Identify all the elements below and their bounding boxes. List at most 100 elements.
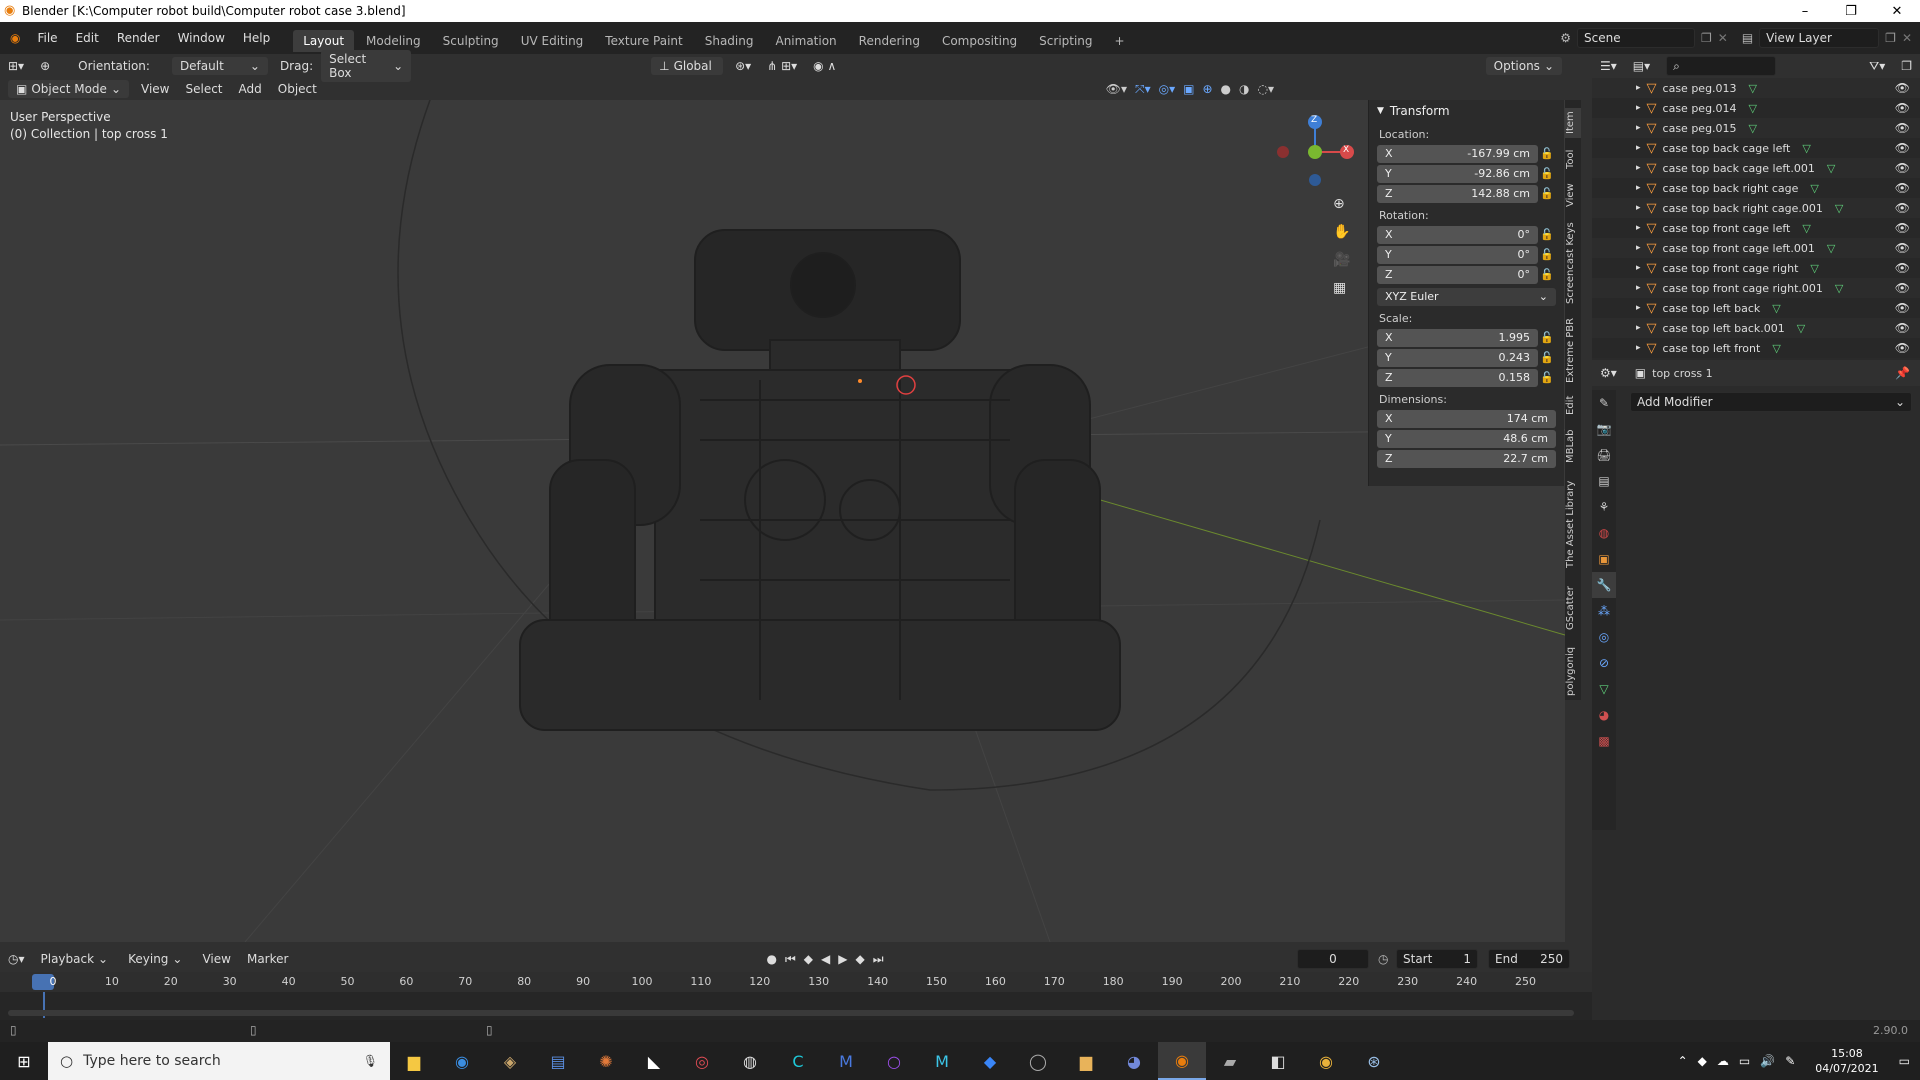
remove-view-layer-icon[interactable]: ✕ [1902, 31, 1912, 45]
network-icon[interactable]: ▭ [1739, 1054, 1750, 1068]
dropbox-tray-icon[interactable]: ◆ [1698, 1054, 1707, 1068]
eye-icon[interactable]: 👁 [1895, 301, 1910, 315]
filter-icon[interactable]: ⛛▾ [1861, 57, 1893, 76]
expand-arrow-icon[interactable]: ▸ [1636, 163, 1641, 173]
gizmo-toggle-icon[interactable]: ⤧▾ [1135, 82, 1151, 97]
lock-icon[interactable]: 🔓 [1538, 167, 1556, 180]
marmoset-icon[interactable]: M [822, 1042, 870, 1080]
eye-icon[interactable]: 👁 [1895, 81, 1910, 95]
mesh-data-icon[interactable]: ▽ [1749, 82, 1757, 95]
next-keyframe-icon[interactable]: ◆ [855, 952, 864, 967]
expand-arrow-icon[interactable]: ▸ [1636, 243, 1641, 253]
mode-dropdown[interactable]: ▣ Object Mode ⌄ [8, 80, 129, 98]
eye-icon[interactable]: 👁 [1895, 201, 1910, 215]
outliner-editor-type-icon[interactable]: ☰▾ [1592, 57, 1625, 75]
menu-playback[interactable]: Playback ⌄ [33, 950, 117, 968]
tab-sculpting[interactable]: Sculpting [433, 30, 509, 52]
scale-z-field[interactable]: Z 0.158 [1377, 368, 1538, 387]
clock-icon[interactable]: ◷ [1378, 952, 1388, 966]
eye-icon[interactable]: 👁 [1895, 161, 1910, 175]
scale-y-field[interactable]: Y 0.243 [1377, 348, 1538, 367]
sidebar-tab-edit[interactable]: Edit [1565, 392, 1581, 418]
solid-shading-icon[interactable]: ● [1221, 82, 1231, 97]
expand-arrow-icon[interactable]: ▸ [1636, 283, 1641, 293]
expand-arrow-icon[interactable]: ▸ [1636, 343, 1641, 353]
rendered-shading-icon[interactable]: ◌▾ [1258, 82, 1275, 97]
onedrive-icon[interactable]: ☁ [1717, 1054, 1729, 1068]
eye-icon[interactable]: 👁 [1895, 281, 1910, 295]
tab-uv-editing[interactable]: UV Editing [511, 30, 594, 52]
paint3d-icon[interactable]: ◉ [438, 1042, 486, 1080]
outliner-row[interactable]: ▸ ▽ case top back cage left ▽ 👁 [1592, 138, 1920, 158]
close-button[interactable]: ✕ [1874, 4, 1920, 19]
windows-start-icon[interactable]: ⊞ [0, 1042, 48, 1080]
davinci-icon[interactable]: ◎ [678, 1042, 726, 1080]
options-dropdown[interactable]: Options ⌄ [1485, 57, 1562, 75]
tab-compositing[interactable]: Compositing [932, 30, 1027, 52]
outliner-row[interactable]: ▸ ▽ case peg.015 ▽ 👁 [1592, 118, 1920, 138]
tab-rendering[interactable]: Rendering [849, 30, 930, 52]
mesh-data-icon[interactable]: ▽ [1810, 182, 1818, 195]
location-y-field[interactable]: Y -92.86 cm [1377, 164, 1538, 183]
dimensions-z-field[interactable]: Z 22.7 cm [1377, 449, 1556, 468]
game-app-icon[interactable]: ▰ [1206, 1042, 1254, 1080]
lock-icon[interactable]: 🔓 [1538, 147, 1556, 160]
jump-start-icon[interactable]: ⏮ [785, 952, 796, 967]
lock-icon[interactable]: 🔓 [1538, 187, 1556, 200]
taskbar-clock[interactable]: 15:08 04/07/2021 [1815, 1046, 1878, 1076]
tab-texture-paint[interactable]: Texture Paint [595, 30, 692, 52]
menu-view[interactable]: View [133, 80, 177, 98]
menu-add[interactable]: Add [231, 80, 270, 98]
sidebar-tab-tool[interactable]: Tool [1565, 144, 1581, 174]
snap-icon[interactable]: ⋔ ⊞▾ [759, 57, 805, 75]
timeline-ruler[interactable]: 0 10 20 30 40 50 60 70 80 90 100 110 120 130 140 150 160… [0, 972, 1592, 992]
eye-icon[interactable]: 👁 [1895, 121, 1910, 135]
sidebar-tab-polygoniq[interactable]: polygoniq [1565, 642, 1581, 700]
minimize-button[interactable]: – [1782, 4, 1828, 19]
rotation-x-field[interactable]: X 0° [1377, 225, 1538, 244]
physics-properties-icon[interactable]: ◎ [1592, 624, 1616, 650]
lock-icon[interactable]: 🔓 [1538, 248, 1556, 261]
new-scene-icon[interactable]: ❐ [1701, 31, 1712, 45]
sidebar-tab-asset-library[interactable]: The Asset Library [1565, 474, 1581, 574]
current-frame-field[interactable]: 0 [1297, 949, 1369, 969]
perspective-grid-icon[interactable]: ▦ [1333, 280, 1350, 296]
sidebar-tab-gscatter[interactable]: GScatter [1565, 580, 1581, 636]
notification-icon[interactable]: ▭ [1899, 1054, 1910, 1068]
menu-object[interactable]: Object [270, 80, 325, 98]
mesh-data-icon[interactable]: ▽ [1835, 282, 1843, 295]
mesh-data-icon[interactable]: ▽ [1802, 222, 1810, 235]
sidebar-tab-view[interactable]: View [1565, 180, 1581, 210]
timeline-editor-type-icon[interactable]: ◷▾ [0, 950, 33, 968]
constraints-properties-icon[interactable]: ⊘ [1592, 650, 1616, 676]
eye-icon[interactable]: 👁 [1895, 261, 1910, 275]
navigation-gizmo[interactable]: Z X [1275, 110, 1355, 190]
mesh-data-icon[interactable]: ▽ [1797, 322, 1805, 335]
mesh-data-icon[interactable]: ▽ [1772, 342, 1780, 355]
play-icon[interactable]: ▶ [838, 952, 847, 967]
tab-modeling[interactable]: Modeling [356, 30, 431, 52]
menu-render[interactable]: Render [108, 31, 169, 45]
expand-arrow-icon[interactable]: ▸ [1636, 323, 1641, 333]
rotation-z-field[interactable]: Z 0° [1377, 265, 1538, 284]
zoom-icon[interactable]: ⊕ [1333, 196, 1350, 212]
texture-properties-icon[interactable]: ▩ [1592, 728, 1616, 754]
tab-animation[interactable]: Animation [765, 30, 846, 52]
object-properties-icon[interactable]: ▣ [1592, 546, 1616, 572]
volume-icon[interactable]: 🔊 [1760, 1054, 1775, 1068]
tab-scripting[interactable]: Scripting [1029, 30, 1102, 52]
dark-app-icon[interactable]: ◯ [1014, 1042, 1062, 1080]
outliner-row[interactable]: ▸ ▽ case top front cage right.001 ▽ 👁 [1592, 278, 1920, 298]
dimensions-y-field[interactable]: Y 48.6 cm [1377, 429, 1556, 448]
scene-field[interactable]: Scene [1577, 28, 1695, 48]
app-icon[interactable]: ◈ [486, 1042, 534, 1080]
outliner-row[interactable]: ▸ ▽ case top back cage left.001 ▽ 👁 [1592, 158, 1920, 178]
properties-editor-type-icon[interactable]: ⚙▾ [1592, 364, 1625, 382]
eye-icon[interactable]: 👁 [1895, 181, 1910, 195]
outliner-row[interactable]: ▸ ▽ case top front cage left ▽ 👁 [1592, 218, 1920, 238]
expand-arrow-icon[interactable]: ▸ [1636, 83, 1641, 93]
outliner-search-input[interactable]: ⌕ [1666, 56, 1777, 76]
sidebar-tab-screencast-keys[interactable]: Screencast Keys [1565, 218, 1581, 308]
mesh-data-icon[interactable]: ▽ [1749, 122, 1757, 135]
new-view-layer-icon[interactable]: ❐ [1885, 31, 1896, 45]
